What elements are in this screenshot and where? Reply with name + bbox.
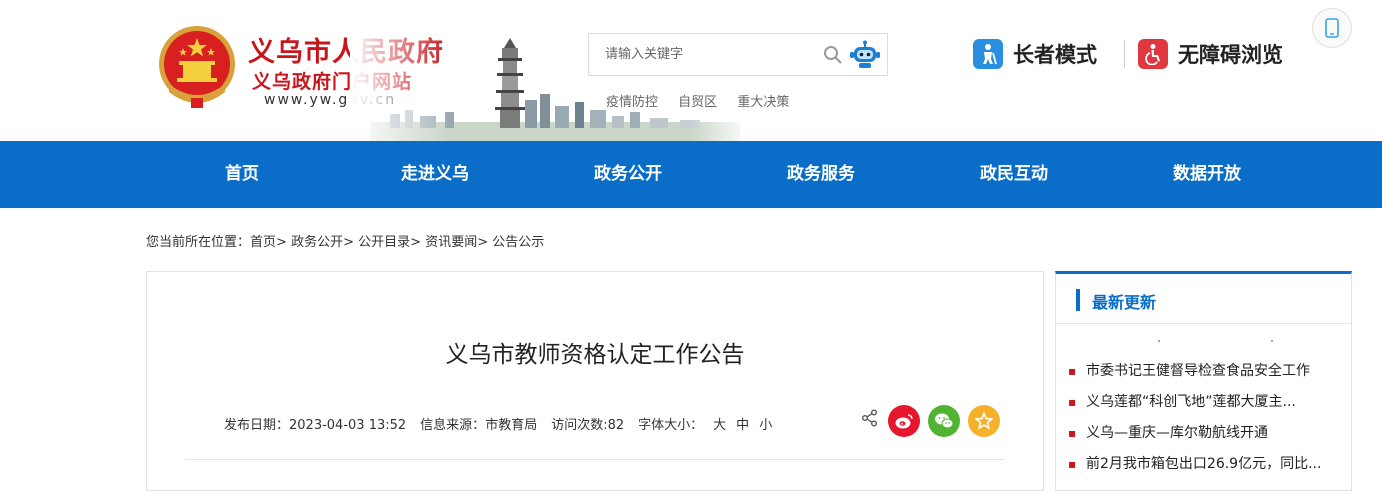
search-box bbox=[588, 33, 888, 76]
bullet-icon: ▪ bbox=[1068, 457, 1077, 471]
nav-gov-services[interactable]: 政务服务 bbox=[761, 141, 881, 208]
list-item[interactable]: ▪ 义乌—重庆—库尔勒航线开通 bbox=[1056, 418, 1351, 449]
main-nav: 首页 走进义乌 政务公开 政务服务 政民互动 数据开放 bbox=[0, 141, 1382, 208]
nav-about-yiwu[interactable]: 走进义乌 bbox=[375, 141, 495, 208]
latest-updates-list: ▪ 市委书记王健督导检查食品安全工作 ▪ 义乌莲都“科创飞地”莲都大厦主... ▪ 义… bbox=[1056, 356, 1351, 480]
title-accent-bar bbox=[1076, 289, 1080, 311]
weibo-icon bbox=[895, 414, 913, 429]
article-meta: 发布日期：2023-04-03 13:52 信息来源：市教育局 访问次数:82 字体大… bbox=[224, 414, 772, 433]
nav-interaction[interactable]: 政民互动 bbox=[954, 141, 1074, 208]
decorative-dots bbox=[1158, 340, 1273, 342]
latest-updates-header: 最新更新 bbox=[1056, 274, 1351, 324]
font-size-medium[interactable]: 中 bbox=[736, 418, 749, 433]
weibo-share-button[interactable] bbox=[888, 405, 920, 437]
latest-updates-panel: 最新更新 ▪ 市委书记王健督导检查食品安全工作 ▪ 义乌莲都“科创飞地”莲都大厦主.… bbox=[1055, 271, 1352, 491]
nav-home[interactable]: 首页 bbox=[182, 141, 302, 208]
favorite-icon bbox=[975, 412, 993, 430]
search-icon[interactable] bbox=[823, 45, 843, 65]
wechat-icon bbox=[935, 413, 954, 429]
font-size-large[interactable]: 大 bbox=[713, 418, 726, 433]
hot-link-ftz[interactable]: 自贸区 bbox=[678, 95, 717, 110]
national-emblem-icon[interactable] bbox=[155, 22, 239, 110]
views-label: 访问次数: bbox=[551, 418, 608, 433]
views-count: 82 bbox=[607, 418, 625, 433]
favorite-button[interactable] bbox=[968, 405, 1000, 437]
accessibility-button[interactable]: 无障碍浏览 bbox=[1138, 38, 1283, 70]
mobile-version-button[interactable] bbox=[1312, 8, 1352, 48]
breadcrumb: 您当前所在位置：首页> 政务公开> 公开目录> 资讯要闻> 公告公示 bbox=[146, 231, 544, 250]
article-divider bbox=[185, 459, 1005, 460]
hot-search-links: 疫情防控 自贸区 重大决策 bbox=[606, 91, 805, 110]
list-item[interactable]: ▪ 前2月我市箱包出口26.9亿元，同比... bbox=[1056, 449, 1351, 480]
article-panel: 义乌市教师资格认定工作公告 发布日期：2023-04-03 13:52 信息来源：… bbox=[146, 271, 1044, 491]
accessibility-icon bbox=[1138, 39, 1168, 69]
breadcrumb-separator: > bbox=[276, 235, 287, 250]
search-input[interactable] bbox=[589, 34, 839, 75]
list-item-title: 义乌—重庆—库尔勒航线开通 bbox=[1086, 425, 1268, 441]
breadcrumb-notices[interactable]: 公告公示 bbox=[492, 235, 544, 250]
list-item-title: 前2月我市箱包出口26.9亿元，同比... bbox=[1086, 456, 1322, 472]
breadcrumb-home[interactable]: 首页 bbox=[250, 235, 276, 250]
breadcrumb-separator: > bbox=[343, 235, 354, 250]
elder-mode-button[interactable]: 长者模式 bbox=[973, 38, 1097, 70]
accessibility-label: 无障碍浏览 bbox=[1178, 43, 1283, 67]
wechat-share-button[interactable] bbox=[928, 405, 960, 437]
source-value: 市教育局 bbox=[485, 418, 538, 433]
bullet-icon: ▪ bbox=[1068, 426, 1077, 440]
list-item[interactable]: ▪ 市委书记王健督导检查食品安全工作 bbox=[1056, 356, 1351, 387]
site-header: 义乌市人民政府 义乌政府门户网站 www.yw.gov.cn 请输入关键字 疫情… bbox=[0, 0, 1382, 141]
source-label: 信息来源： bbox=[420, 418, 486, 433]
breadcrumb-catalog[interactable]: 公开目录 bbox=[358, 235, 410, 250]
list-item-title: 市委书记王健督导检查食品安全工作 bbox=[1086, 363, 1310, 379]
latest-updates-title[interactable]: 最新更新 bbox=[1092, 289, 1156, 313]
breadcrumb-separator: > bbox=[477, 235, 489, 250]
breadcrumb-news[interactable]: 资讯要闻 bbox=[425, 235, 477, 250]
list-item-title: 义乌莲都“科创飞地”莲都大厦主... bbox=[1086, 394, 1296, 410]
bullet-icon: ▪ bbox=[1068, 395, 1077, 409]
font-size-label: 字体大小： bbox=[638, 418, 704, 433]
elder-mode-icon bbox=[973, 39, 1003, 69]
publish-date: 2023-04-03 13:52 bbox=[289, 418, 407, 433]
breadcrumb-gov-affairs[interactable]: 政务公开 bbox=[291, 235, 343, 250]
hot-link-decisions[interactable]: 重大决策 bbox=[737, 95, 789, 110]
nav-gov-affairs[interactable]: 政务公开 bbox=[568, 141, 688, 208]
article-title: 义乌市教师资格认定工作公告 bbox=[445, 342, 745, 368]
mode-divider bbox=[1124, 40, 1125, 68]
nav-open-data[interactable]: 数据开放 bbox=[1147, 141, 1267, 208]
list-item[interactable]: ▪ 义乌莲都“科创飞地”莲都大厦主... bbox=[1056, 387, 1351, 418]
bullet-icon: ▪ bbox=[1068, 364, 1077, 378]
breadcrumb-prefix: 您当前所在位置： bbox=[146, 235, 251, 250]
hot-link-epidemic[interactable]: 疫情防控 bbox=[606, 95, 658, 110]
font-size-small[interactable]: 小 bbox=[759, 418, 772, 433]
robot-icon[interactable] bbox=[849, 40, 881, 70]
share-icon[interactable] bbox=[861, 409, 879, 427]
publish-label: 发布日期： bbox=[224, 418, 290, 433]
elder-mode-label: 长者模式 bbox=[1013, 43, 1097, 67]
mobile-icon bbox=[1325, 18, 1339, 38]
breadcrumb-separator: > bbox=[410, 235, 422, 250]
